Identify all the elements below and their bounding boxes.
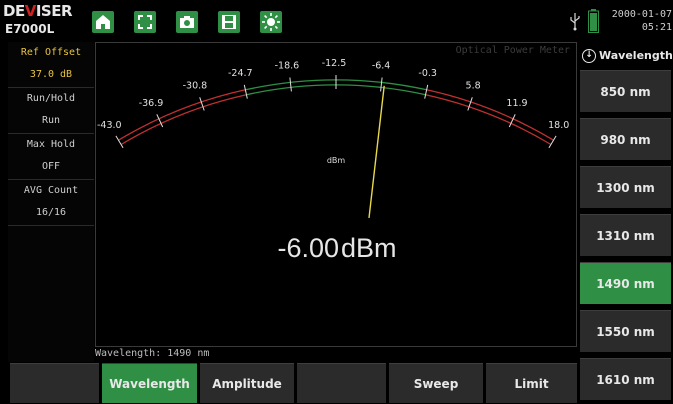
power-reading-unit: dBm [341,233,397,263]
ref-offset-value: 37.0 dB [29,69,73,80]
wavelength-1610-button[interactable]: 1610 nm [580,358,671,400]
gauge-tick [424,84,429,99]
battery-icon [588,9,599,33]
gauge-tick-label: -6.4 [372,61,391,72]
gauge-tick-label: -30.8 [183,81,208,92]
date-text: 2000-01-07 [611,9,672,20]
circle-arrow-down-icon: ↓ [582,49,596,63]
fullscreen-icon [138,15,152,29]
gauge-unit-label: dBm [327,156,346,165]
max-hold-label: Max Hold [26,139,76,150]
power-meter-display: Optical Power Meter -43.0 -36.9 -30.8 -24.7… [95,42,577,347]
power-reading: -6.00dBm [96,233,578,264]
brand-name: DEVISER [3,2,73,20]
brightness-icon [262,13,280,31]
divider [8,87,94,88]
menu-header: ↓ Wavelength [578,42,673,70]
gauge-tick-label: -36.9 [139,98,164,109]
top-bar: DEVISER E7000L 2000-01-07 05:21 [0,0,673,42]
wavelength-1550-button[interactable]: 1550 nm [580,310,671,352]
softkey-blank-1[interactable] [10,363,99,403]
brand-logo: DEVISER E7000L [3,2,73,40]
gauge-tick-label: -24.7 [228,68,253,79]
wavelength-1490-button[interactable]: 1490 nm [580,262,671,304]
save-button[interactable] [218,11,240,33]
gauge-tick [467,97,473,111]
divider [8,225,94,226]
analog-gauge: -43.0 -36.9 -30.8 -24.7 -18.6 -12.5 -6.4 -0.3 5.… [97,58,569,218]
divider [8,179,94,180]
run-hold-value: Run [41,115,61,126]
softkey-bar: Wavelength Amplitude Sweep Limit [0,362,578,404]
home-button[interactable] [92,11,114,33]
gauge-tick-label: -0.3 [418,68,437,79]
wavelength-850-button[interactable]: 850 nm [580,70,671,112]
gauge-tick-label: -12.5 [322,58,347,69]
gauge-tick-label: 18.0 [548,120,569,131]
usb-icon [570,13,580,31]
gauge-tick [289,77,292,92]
gauge-tick [243,84,248,99]
screenshot-button[interactable] [176,11,198,33]
gauge-tick-label: -18.6 [275,61,300,72]
ref-offset-label: Ref Offset [20,47,82,58]
menu-header-label: Wavelength [599,49,673,62]
power-reading-value: -6.00 [277,233,339,263]
datetime: 2000-01-07 05:21 [606,8,672,34]
time-text: 05:21 [641,22,672,33]
home-icon [96,15,110,29]
avg-count-label: AVG Count [23,185,79,196]
model-name: E7000L [5,22,55,36]
parameter-panel: Ref Offset 37.0 dB Run/Hold Run Max Hold… [8,42,94,362]
divider [8,133,94,134]
gauge-needle [368,85,385,218]
arc-inner-red-right [425,94,552,146]
gauge-tick [199,97,205,111]
gauge-tick-label: -43.0 [97,120,122,131]
wavelength-1310-button[interactable]: 1310 nm [580,214,671,256]
wavelength-1300-button[interactable]: 1300 nm [580,166,671,208]
sweep-softkey[interactable]: Sweep [389,363,483,403]
fullscreen-button[interactable] [134,11,156,33]
gauge-tick-label: 11.9 [506,98,527,109]
gauge-tick [380,77,383,92]
status-line: Wavelength: 1490 nm [95,348,210,359]
run-hold-label: Run/Hold [26,93,76,104]
brightness-button[interactable] [260,11,282,33]
gauge-tick-label: 5.8 [466,81,481,92]
save-icon [222,15,236,29]
amplitude-softkey[interactable]: Amplitude [200,363,294,403]
wavelength-980-button[interactable]: 980 nm [580,118,671,160]
wavelength-softkey[interactable]: Wavelength [102,363,197,403]
wavelength-menu: ↓ Wavelength 850 nm 980 nm 1300 nm 1310 n… [578,42,673,404]
avg-count-value: 16/16 [35,207,67,218]
softkey-blank-2[interactable] [297,363,386,403]
camera-icon [180,16,194,28]
max-hold-value: OFF [41,161,61,172]
limit-softkey[interactable]: Limit [486,363,577,403]
